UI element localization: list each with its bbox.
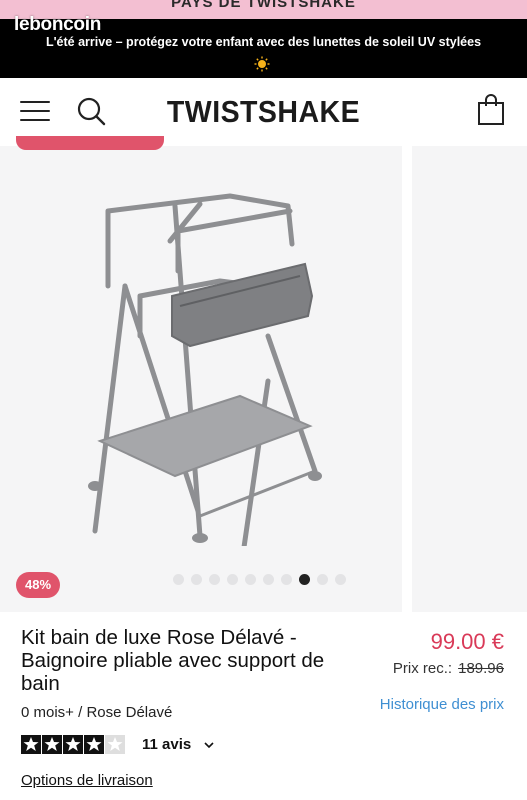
star-filled-icon <box>84 735 104 754</box>
discount-badge: 48% <box>16 572 60 598</box>
chevron-down-icon[interactable] <box>204 740 214 750</box>
shipping-options-link[interactable]: Options de livraison <box>21 772 153 789</box>
star-filled-icon <box>63 735 83 754</box>
sun-icon <box>254 56 270 72</box>
pagination-dot[interactable] <box>191 574 202 585</box>
pagination-dot[interactable] <box>281 574 292 585</box>
star-filled-icon <box>42 735 62 754</box>
pagination-dot[interactable] <box>227 574 238 585</box>
product-info: Kit bain de luxe Rose Délavé - Baignoire… <box>0 612 527 800</box>
recommended-label: Prix rec.: <box>392 660 453 677</box>
product-image <box>88 193 322 546</box>
top-banner-text: PAYS DE TWISTSHAKE <box>171 0 356 11</box>
bag-icon[interactable] <box>476 94 506 126</box>
brand-logo[interactable]: TWISTSHAKE <box>21 94 506 130</box>
product-gallery[interactable]: 48% <box>0 136 527 612</box>
pagination-dot[interactable] <box>245 574 256 585</box>
star-empty-icon <box>105 735 125 754</box>
old-price: 189.96 <box>458 660 504 677</box>
pagination-dot[interactable] <box>263 574 274 585</box>
pagination-dot[interactable] <box>173 574 184 585</box>
product-variant: 0 mois+ / Rose Délavé <box>21 704 173 721</box>
gallery-pagination[interactable] <box>173 574 346 588</box>
reviews-count[interactable]: 11 avis <box>142 736 191 753</box>
pagination-dot[interactable] <box>317 574 328 585</box>
rating-stars[interactable] <box>21 735 125 754</box>
pagination-dot[interactable] <box>209 574 220 585</box>
star-filled-icon <box>21 735 41 754</box>
price-history-link[interactable]: Historique des prix <box>380 696 504 713</box>
promo-text: L'été arrive – protégez votre enfant ave… <box>45 35 482 49</box>
product-price: 99.00 € <box>430 629 504 654</box>
pagination-dot-active[interactable] <box>299 574 310 585</box>
pagination-dot[interactable] <box>335 574 346 585</box>
product-title: Kit bain de luxe Rose Délavé - Baignoire… <box>21 626 325 695</box>
recommended-price: Prix rec.: 189.96 <box>393 660 504 677</box>
promo-ribbon <box>16 136 164 150</box>
gallery-slide-current[interactable]: 48% <box>0 136 402 612</box>
leboncoin-watermark: leboncoin <box>14 14 102 35</box>
gallery-slide-next[interactable] <box>412 146 527 612</box>
